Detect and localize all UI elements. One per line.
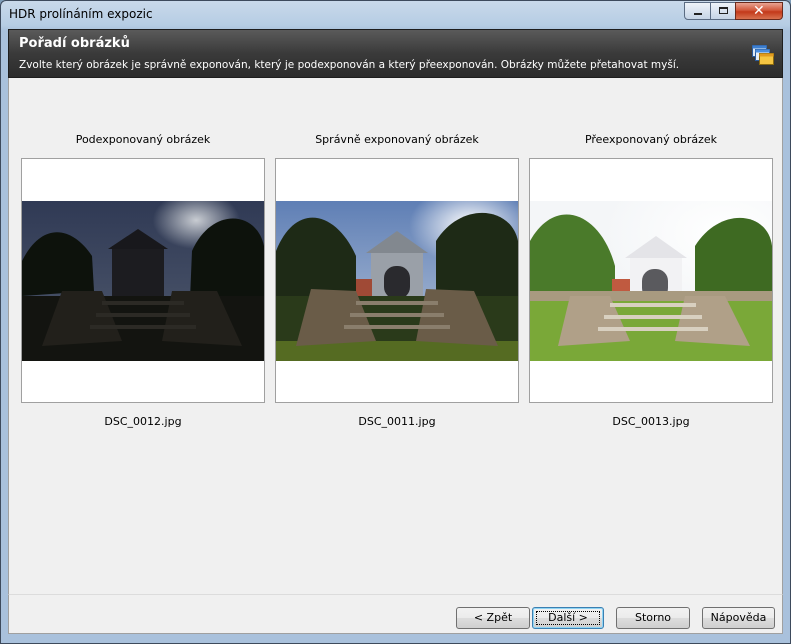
button-bar: < Zpět Další > Storno Nápověda <box>8 594 783 634</box>
dialog-window: HDR prolínáním expozic ✕ Pořadí obrázků … <box>0 0 791 644</box>
over-exposed-photo[interactable] <box>530 201 772 361</box>
minimize-icon <box>694 13 702 15</box>
help-button[interactable]: Nápověda <box>702 607 775 629</box>
over-exposed-filename: DSC_0013.jpg <box>612 415 690 428</box>
wizard-header: Pořadí obrázků Zvolte který obrázek je s… <box>8 29 783 78</box>
window-title: HDR prolínáním expozic <box>9 7 153 21</box>
maximize-button[interactable] <box>710 2 736 20</box>
maximize-icon <box>719 7 728 14</box>
cancel-button[interactable]: Storno <box>616 607 690 629</box>
normal-exposed-slot[interactable] <box>275 158 519 403</box>
minimize-button[interactable] <box>684 2 711 20</box>
back-button[interactable]: < Zpět <box>456 607 530 629</box>
normal-exposed-photo[interactable] <box>276 201 518 361</box>
page-subtitle: Zvolte který obrázek je správně exponová… <box>19 59 680 71</box>
close-button[interactable]: ✕ <box>735 2 783 20</box>
focus-rect <box>536 611 600 625</box>
under-exposed-slot[interactable] <box>21 158 265 403</box>
next-button[interactable]: Další > <box>532 607 604 629</box>
content-area: Podexponovaný obrázek DSC_0012.jpg Správ… <box>8 78 783 594</box>
over-exposed-slot[interactable] <box>529 158 773 403</box>
under-exposed-photo[interactable] <box>22 201 264 361</box>
page-title: Pořadí obrázků <box>19 36 130 51</box>
under-exposed-label: Podexponovaný obrázek <box>75 133 211 146</box>
title-bar[interactable]: HDR prolínáním expozic ✕ <box>1 1 790 29</box>
close-icon: ✕ <box>753 3 765 19</box>
normal-exposed-filename: DSC_0011.jpg <box>358 415 436 428</box>
normal-exposed-label: Správně exponovaný obrázek <box>315 133 479 146</box>
windows-stack-icon <box>752 45 774 65</box>
under-exposed-filename: DSC_0012.jpg <box>104 415 182 428</box>
over-exposed-label: Přeexponovaný obrázek <box>584 133 718 146</box>
